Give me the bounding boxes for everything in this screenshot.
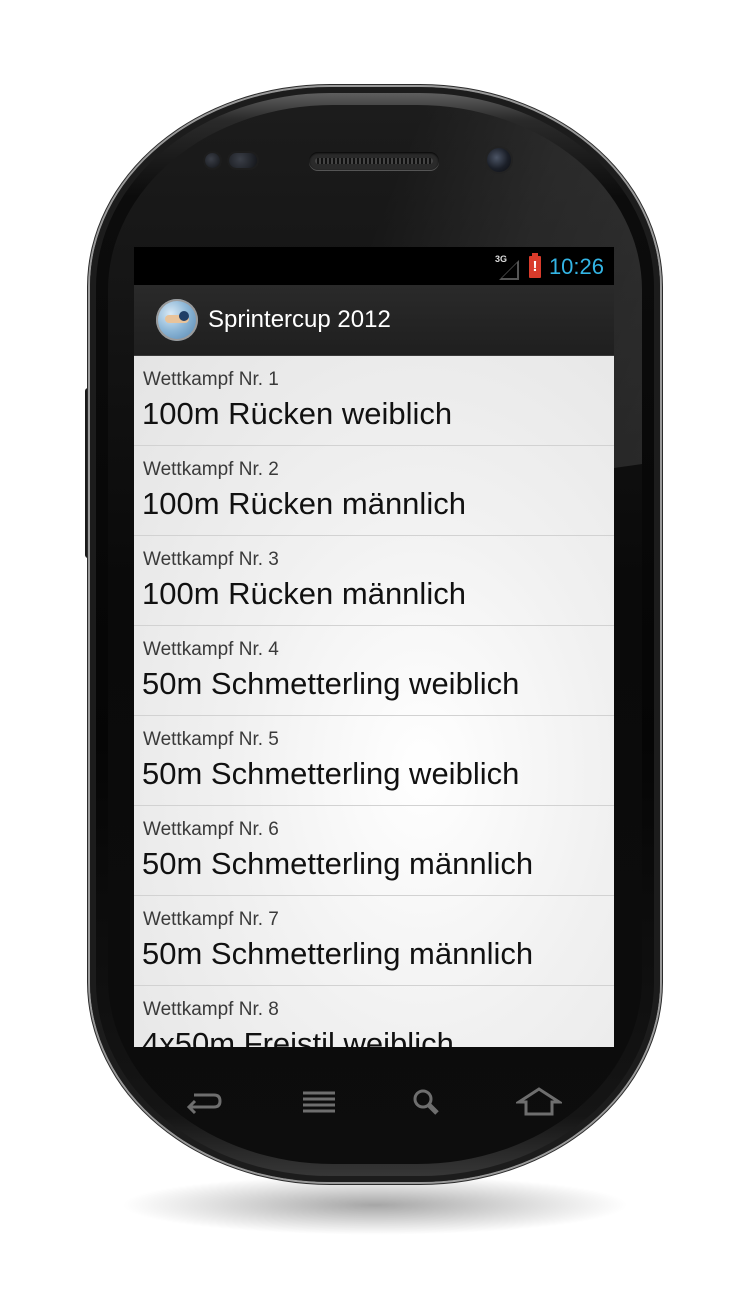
front-camera [487, 148, 511, 172]
phone-shadow [120, 1175, 630, 1235]
competition-title: 100m Rücken weiblich [142, 396, 453, 431]
competition-number: Wettkampf Nr. 5 [143, 729, 279, 750]
home-icon [516, 1087, 562, 1116]
competition-number: Wettkampf Nr. 4 [143, 639, 279, 660]
competition-number: Wettkampf Nr. 3 [143, 549, 279, 570]
competition-number: Wettkampf Nr. 2 [143, 459, 279, 480]
competition-title: 50m Schmetterling männlich [142, 936, 534, 971]
status-bar: 3G ! 10:26 [134, 247, 614, 285]
menu-button[interactable] [289, 1080, 349, 1124]
competition-number: Wettkampf Nr. 1 [143, 369, 279, 390]
navigation-bar [134, 1070, 614, 1134]
search-button[interactable] [397, 1080, 457, 1124]
competition-list[interactable]: Wettkampf Nr. 1 100m Rücken weiblich Wet… [134, 356, 614, 1047]
competition-title: 100m Rücken männlich [142, 576, 466, 611]
list-item[interactable]: Wettkampf Nr. 5 50m Schmetterling weibli… [134, 716, 614, 806]
battery-alert-mark: ! [532, 258, 538, 275]
light-sensor [229, 153, 257, 168]
list-item[interactable]: Wettkampf Nr. 2 100m Rücken männlich [134, 446, 614, 536]
status-clock: 10:26 [548, 254, 604, 279]
app-title: Sprintercup 2012 [208, 306, 391, 333]
proximity-sensor [205, 153, 220, 168]
competition-title: 4x50m Freistil weiblich [142, 1026, 454, 1047]
menu-icon [303, 1091, 335, 1113]
signal-icon: 3G [495, 254, 521, 280]
earpiece [309, 152, 439, 170]
list-item[interactable]: Wettkampf Nr. 3 100m Rücken männlich [134, 536, 614, 626]
competition-number: Wettkampf Nr. 7 [143, 909, 279, 930]
list-item[interactable]: Wettkampf Nr. 7 50m Schmetterling männli… [134, 896, 614, 986]
screen: 3G ! 10:26 Sprintercup 2012 Wettkampf Nr… [134, 247, 614, 1047]
list-item[interactable]: Wettkampf Nr. 8 4x50m Freistil weiblich [134, 986, 614, 1047]
competition-number: Wettkampf Nr. 8 [143, 999, 279, 1020]
competition-number: Wettkampf Nr. 6 [143, 819, 279, 840]
search-icon [413, 1089, 439, 1115]
competition-title: 50m Schmetterling männlich [142, 846, 534, 881]
network-type-label: 3G [494, 254, 507, 264]
list-item[interactable]: Wettkampf Nr. 6 50m Schmetterling männli… [134, 806, 614, 896]
competition-title: 50m Schmetterling weiblich [142, 756, 520, 791]
competition-title: 100m Rücken männlich [142, 486, 466, 521]
back-button[interactable] [174, 1080, 234, 1124]
swimmer-avatar-icon[interactable] [156, 299, 198, 341]
battery-alert-icon: ! [528, 253, 541, 278]
list-item[interactable]: Wettkampf Nr. 4 50m Schmetterling weibli… [134, 626, 614, 716]
back-icon [186, 1093, 222, 1115]
action-bar: Sprintercup 2012 [134, 285, 614, 356]
home-button[interactable] [509, 1080, 569, 1124]
competition-title: 50m Schmetterling weiblich [142, 666, 520, 701]
list-item[interactable]: Wettkampf Nr. 1 100m Rücken weiblich [134, 356, 614, 446]
